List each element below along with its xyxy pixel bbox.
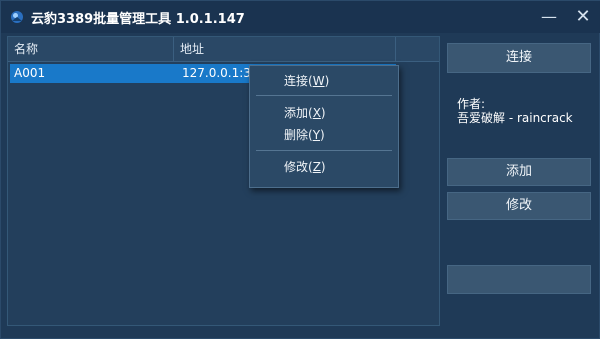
menu-item-delete[interactable]: 删除(Y) <box>250 125 398 145</box>
column-header-address[interactable]: 地址 <box>174 37 396 62</box>
menu-item-edit-tail: ) <box>320 160 326 174</box>
connect-button[interactable]: 连接 <box>447 43 591 73</box>
menu-item-delete-key: Y <box>312 128 321 142</box>
row-name-cell: A001 <box>14 66 46 80</box>
menu-item-add-key: X <box>312 106 321 120</box>
author-name: 吾爱破解 - raincrack <box>457 111 573 125</box>
menu-item-delete-text: 删除( <box>284 128 313 142</box>
edit-button[interactable]: 修改 <box>447 192 591 220</box>
menu-item-add[interactable]: 添加(X) <box>250 103 398 123</box>
list-header: 名称 地址 <box>8 37 439 62</box>
blank-button[interactable] <box>447 265 591 294</box>
menu-item-connect-key: W <box>312 74 325 88</box>
menu-item-edit-text: 修改( <box>284 160 313 174</box>
column-header-filler <box>396 37 439 62</box>
menu-item-add-text: 添加( <box>284 106 313 120</box>
menu-separator <box>256 150 392 151</box>
column-header-name[interactable]: 名称 <box>8 37 174 62</box>
app-logo-icon <box>11 11 23 23</box>
menu-item-delete-tail: ) <box>320 128 325 142</box>
menu-item-edit-key: Z <box>312 160 321 174</box>
menu-separator <box>256 95 392 96</box>
menu-item-edit[interactable]: 修改(Z) <box>250 157 398 177</box>
app-window: 云豹3389批量管理工具 1.0.1.147 — ✕ 名称 地址 A001 12… <box>0 0 600 339</box>
window-title: 云豹3389批量管理工具 1.0.1.147 <box>31 12 245 27</box>
menu-item-connect[interactable]: 连接(W) <box>250 71 398 91</box>
menu-item-add-tail: ) <box>320 106 326 120</box>
close-icon[interactable]: ✕ <box>573 7 593 27</box>
add-button[interactable]: 添加 <box>447 158 591 186</box>
context-menu: 连接(W) 添加(X) 删除(Y) 修改(Z) <box>249 65 399 188</box>
minimize-icon[interactable]: — <box>539 7 559 27</box>
menu-item-connect-tail: ) <box>324 74 330 88</box>
menu-item-connect-text: 连接( <box>284 74 313 88</box>
title-bar[interactable]: 云豹3389批量管理工具 1.0.1.147 — ✕ <box>1 1 600 33</box>
